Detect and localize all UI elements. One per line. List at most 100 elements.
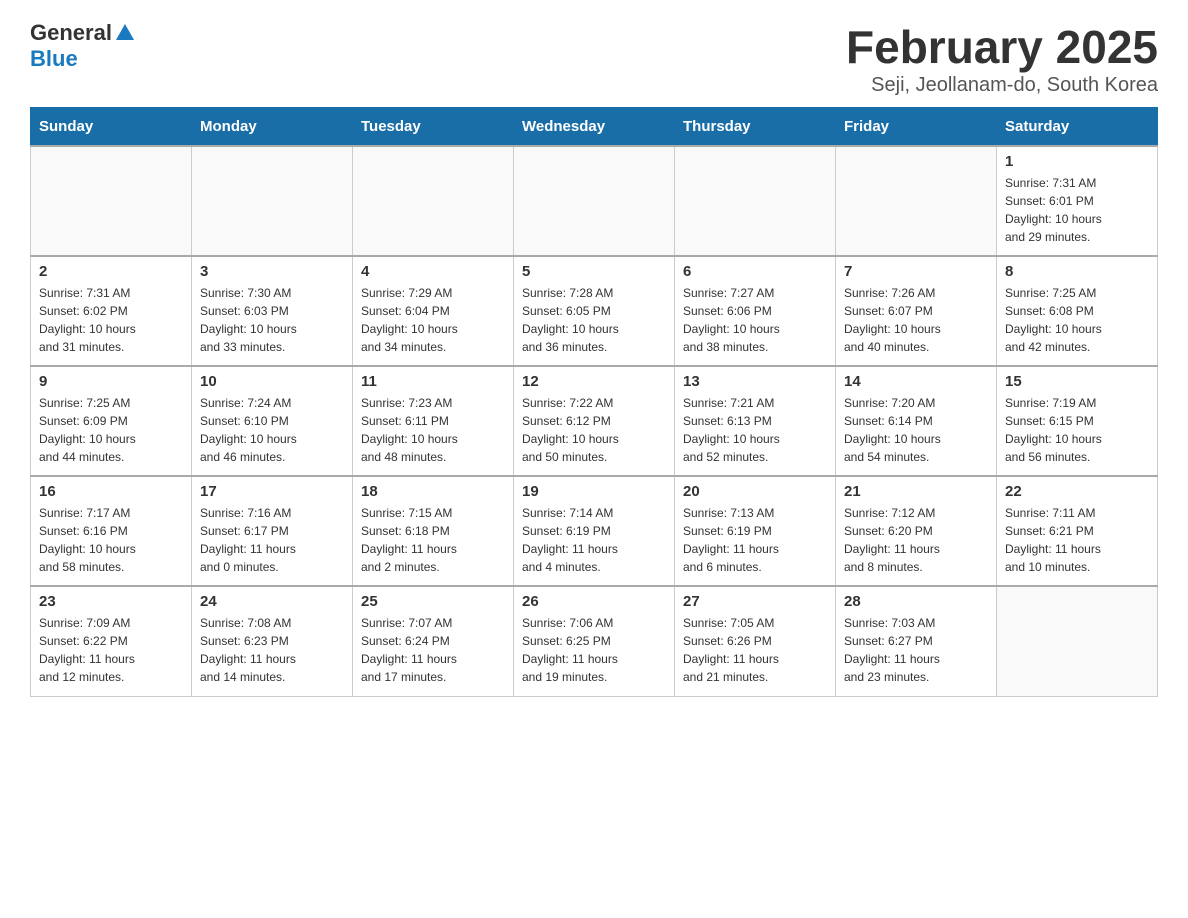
day-info: Sunrise: 7:31 AM Sunset: 6:01 PM Dayligh… — [1005, 174, 1149, 246]
day-info: Sunrise: 7:20 AM Sunset: 6:14 PM Dayligh… — [844, 394, 988, 466]
calendar-day: 10 Sunrise: 7:24 AM Sunset: 6:10 PM Dayli… — [192, 366, 353, 476]
day-info: Sunrise: 7:28 AM Sunset: 6:05 PM Dayligh… — [522, 284, 666, 356]
calendar-day — [675, 146, 836, 256]
day-number: 21 — [844, 483, 988, 500]
day-number: 4 — [361, 263, 505, 280]
day-number: 24 — [200, 593, 344, 610]
week-row-4: 16 Sunrise: 7:17 AM Sunset: 6:16 PM Dayli… — [31, 476, 1158, 586]
weekday-header-row: SundayMondayTuesdayWednesdayThursdayFrid… — [31, 108, 1158, 147]
day-number: 22 — [1005, 483, 1149, 500]
calendar-day: 14 Sunrise: 7:20 AM Sunset: 6:14 PM Dayli… — [836, 366, 997, 476]
title-block: February 2025 Seji, Jeollanam-do, South … — [846, 20, 1158, 97]
day-info: Sunrise: 7:15 AM Sunset: 6:18 PM Dayligh… — [361, 504, 505, 576]
day-info: Sunrise: 7:12 AM Sunset: 6:20 PM Dayligh… — [844, 504, 988, 576]
day-number: 25 — [361, 593, 505, 610]
day-info: Sunrise: 7:25 AM Sunset: 6:08 PM Dayligh… — [1005, 284, 1149, 356]
calendar-day: 23 Sunrise: 7:09 AM Sunset: 6:22 PM Dayli… — [31, 586, 192, 696]
day-info: Sunrise: 7:27 AM Sunset: 6:06 PM Dayligh… — [683, 284, 827, 356]
calendar-day: 7 Sunrise: 7:26 AM Sunset: 6:07 PM Daylig… — [836, 256, 997, 366]
calendar-day: 17 Sunrise: 7:16 AM Sunset: 6:17 PM Dayli… — [192, 476, 353, 586]
day-number: 16 — [39, 483, 183, 500]
weekday-header-friday: Friday — [836, 108, 997, 147]
calendar-day: 5Sunrise: 7:28 AM Sunset: 6:05 PM Daylig… — [514, 256, 675, 366]
calendar-day: 28Sunrise: 7:03 AM Sunset: 6:27 PM Dayli… — [836, 586, 997, 696]
day-info: Sunrise: 7:19 AM Sunset: 6:15 PM Dayligh… — [1005, 394, 1149, 466]
calendar-day — [353, 146, 514, 256]
day-info: Sunrise: 7:09 AM Sunset: 6:22 PM Dayligh… — [39, 614, 183, 686]
day-number: 9 — [39, 373, 183, 390]
day-number: 3 — [200, 263, 344, 280]
day-info: Sunrise: 7:23 AM Sunset: 6:11 PM Dayligh… — [361, 394, 505, 466]
calendar-day — [514, 146, 675, 256]
day-number: 15 — [1005, 373, 1149, 390]
day-number: 11 — [361, 373, 505, 390]
calendar-day: 16 Sunrise: 7:17 AM Sunset: 6:16 PM Dayli… — [31, 476, 192, 586]
week-row-1: 1 Sunrise: 7:31 AM Sunset: 6:01 PM Daylig… — [31, 146, 1158, 256]
day-number: 14 — [844, 373, 988, 390]
day-info: Sunrise: 7:16 AM Sunset: 6:17 PM Dayligh… — [200, 504, 344, 576]
day-info: Sunrise: 7:30 AM Sunset: 6:03 PM Dayligh… — [200, 284, 344, 356]
weekday-header-wednesday: Wednesday — [514, 108, 675, 147]
day-info: Sunrise: 7:22 AM Sunset: 6:12 PM Dayligh… — [522, 394, 666, 466]
day-number: 13 — [683, 373, 827, 390]
calendar-day — [997, 586, 1158, 696]
day-info: Sunrise: 7:29 AM Sunset: 6:04 PM Dayligh… — [361, 284, 505, 356]
calendar-day: 20 Sunrise: 7:13 AM Sunset: 6:19 PM Dayli… — [675, 476, 836, 586]
calendar-day: 13 Sunrise: 7:21 AM Sunset: 6:13 PM Dayli… — [675, 366, 836, 476]
day-info: Sunrise: 7:05 AM Sunset: 6:26 PM Dayligh… — [683, 614, 827, 686]
weekday-header-sunday: Sunday — [31, 108, 192, 147]
day-info: Sunrise: 7:13 AM Sunset: 6:19 PM Dayligh… — [683, 504, 827, 576]
day-info: Sunrise: 7:17 AM Sunset: 6:16 PM Dayligh… — [39, 504, 183, 576]
day-number: 10 — [200, 373, 344, 390]
day-info: Sunrise: 7:11 AM Sunset: 6:21 PM Dayligh… — [1005, 504, 1149, 576]
week-row-2: 2 Sunrise: 7:31 AM Sunset: 6:02 PM Daylig… — [31, 256, 1158, 366]
day-number: 1 — [1005, 153, 1149, 170]
day-info: Sunrise: 7:26 AM Sunset: 6:07 PM Dayligh… — [844, 284, 988, 356]
calendar-day: 18Sunrise: 7:15 AM Sunset: 6:18 PM Dayli… — [353, 476, 514, 586]
calendar-day: 12 Sunrise: 7:22 AM Sunset: 6:12 PM Dayli… — [514, 366, 675, 476]
page-header: General Blue February 2025 Seji, Jeollan… — [30, 20, 1158, 97]
calendar-day: 15 Sunrise: 7:19 AM Sunset: 6:15 PM Dayli… — [997, 366, 1158, 476]
day-number: 12 — [522, 373, 666, 390]
logo-flag-icon — [114, 22, 136, 44]
weekday-header-monday: Monday — [192, 108, 353, 147]
logo-general-text: General — [30, 20, 112, 46]
calendar-day: 6 Sunrise: 7:27 AM Sunset: 6:06 PM Daylig… — [675, 256, 836, 366]
calendar-day: 9 Sunrise: 7:25 AM Sunset: 6:09 PM Daylig… — [31, 366, 192, 476]
calendar-day: 1 Sunrise: 7:31 AM Sunset: 6:01 PM Daylig… — [997, 146, 1158, 256]
day-number: 7 — [844, 263, 988, 280]
day-info: Sunrise: 7:31 AM Sunset: 6:02 PM Dayligh… — [39, 284, 183, 356]
calendar-day — [836, 146, 997, 256]
logo-blue-text: Blue — [30, 46, 78, 71]
day-info: Sunrise: 7:14 AM Sunset: 6:19 PM Dayligh… — [522, 504, 666, 576]
calendar-day: 3 Sunrise: 7:30 AM Sunset: 6:03 PM Daylig… — [192, 256, 353, 366]
calendar-day: 11 Sunrise: 7:23 AM Sunset: 6:11 PM Dayli… — [353, 366, 514, 476]
day-number: 23 — [39, 593, 183, 610]
day-info: Sunrise: 7:07 AM Sunset: 6:24 PM Dayligh… — [361, 614, 505, 686]
calendar-day: 24 Sunrise: 7:08 AM Sunset: 6:23 PM Dayli… — [192, 586, 353, 696]
day-number: 2 — [39, 263, 183, 280]
calendar-title: February 2025 — [846, 20, 1158, 74]
weekday-header-saturday: Saturday — [997, 108, 1158, 147]
day-info: Sunrise: 7:25 AM Sunset: 6:09 PM Dayligh… — [39, 394, 183, 466]
day-info: Sunrise: 7:08 AM Sunset: 6:23 PM Dayligh… — [200, 614, 344, 686]
calendar-day: 2 Sunrise: 7:31 AM Sunset: 6:02 PM Daylig… — [31, 256, 192, 366]
day-number: 6 — [683, 263, 827, 280]
calendar-day: 4 Sunrise: 7:29 AM Sunset: 6:04 PM Daylig… — [353, 256, 514, 366]
weekday-header-thursday: Thursday — [675, 108, 836, 147]
calendar-day: 8Sunrise: 7:25 AM Sunset: 6:08 PM Daylig… — [997, 256, 1158, 366]
calendar-subtitle: Seji, Jeollanam-do, South Korea — [846, 74, 1158, 97]
calendar-table: SundayMondayTuesdayWednesdayThursdayFrid… — [30, 107, 1158, 697]
day-info: Sunrise: 7:24 AM Sunset: 6:10 PM Dayligh… — [200, 394, 344, 466]
day-number: 20 — [683, 483, 827, 500]
logo: General Blue — [30, 20, 136, 73]
calendar-day: 26Sunrise: 7:06 AM Sunset: 6:25 PM Dayli… — [514, 586, 675, 696]
calendar-day: 27Sunrise: 7:05 AM Sunset: 6:26 PM Dayli… — [675, 586, 836, 696]
calendar-day — [31, 146, 192, 256]
calendar-day: 19 Sunrise: 7:14 AM Sunset: 6:19 PM Dayli… — [514, 476, 675, 586]
day-number: 17 — [200, 483, 344, 500]
calendar-day: 21 Sunrise: 7:12 AM Sunset: 6:20 PM Dayli… — [836, 476, 997, 586]
day-info: Sunrise: 7:06 AM Sunset: 6:25 PM Dayligh… — [522, 614, 666, 686]
day-number: 19 — [522, 483, 666, 500]
day-info: Sunrise: 7:21 AM Sunset: 6:13 PM Dayligh… — [683, 394, 827, 466]
